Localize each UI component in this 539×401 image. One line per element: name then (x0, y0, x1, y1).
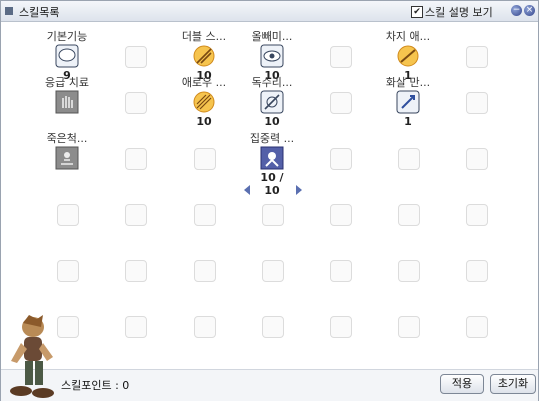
skill-name: 더블 스... (181, 30, 227, 43)
empty-skill-slot (466, 260, 488, 282)
skill-name: 애로우 ... (181, 76, 227, 89)
empty-skill-slot (398, 204, 420, 226)
empty-skill-slot (330, 316, 352, 338)
empty-skill-slot (330, 46, 352, 68)
arrow-crafting-icon[interactable] (396, 90, 420, 114)
empty-skill-slot (466, 92, 488, 114)
arrow-shower-icon[interactable] (192, 90, 216, 114)
skill-level: 10 / 10 (260, 171, 284, 197)
skill-level: 1 (404, 115, 412, 128)
owl-eye-icon[interactable] (260, 44, 284, 68)
empty-skill-slot (262, 204, 284, 226)
empty-skill-slot (125, 46, 147, 68)
empty-skill-slot (262, 316, 284, 338)
apply-button[interactable]: 적용 (440, 374, 484, 394)
empty-skill-slot (194, 316, 216, 338)
skill-name: 기본기능 (46, 30, 88, 43)
skill-level: 10 (264, 115, 280, 128)
window-icon (5, 7, 13, 15)
concentration-icon[interactable] (260, 146, 284, 170)
show-description-toggle[interactable]: ✔ 스킬 설명 보기 (411, 4, 493, 20)
empty-skill-slot (398, 148, 420, 170)
empty-skill-slot (57, 204, 79, 226)
first-aid-icon[interactable] (55, 90, 79, 114)
skill-name: 응급 치료 (45, 76, 89, 89)
empty-skill-slot (57, 316, 79, 338)
close-icon[interactable]: × (524, 5, 535, 16)
empty-skill-slot (330, 92, 352, 114)
skill-name: 차지 애... (385, 30, 431, 43)
skill-name: 화살 만... (385, 76, 431, 89)
empty-skill-slot (125, 260, 147, 282)
minimize-icon[interactable]: − (511, 5, 522, 16)
empty-skill-slot (466, 46, 488, 68)
empty-skill-slot (466, 316, 488, 338)
balloon-icon[interactable] (55, 44, 79, 68)
checkbox-icon[interactable]: ✔ (411, 6, 423, 18)
reset-button[interactable]: 초기화 (490, 374, 536, 394)
empty-skill-slot (466, 204, 488, 226)
skill-name: 죽은척... (46, 132, 88, 145)
level-down-arrow[interactable] (244, 185, 250, 195)
show-description-label: 스킬 설명 보기 (425, 6, 493, 19)
window-title: 스킬목록 (19, 6, 60, 19)
vultures-eye-icon[interactable] (260, 90, 284, 114)
empty-skill-slot (57, 260, 79, 282)
level-up-arrow[interactable] (296, 185, 302, 195)
charge-arrow-icon[interactable] (396, 44, 420, 68)
skill-name: 독수리... (251, 76, 293, 89)
empty-skill-slot (125, 148, 147, 170)
empty-skill-slot (466, 148, 488, 170)
empty-skill-slot (194, 260, 216, 282)
skill-name: 올빼미... (251, 30, 293, 43)
empty-skill-slot (194, 148, 216, 170)
skill-name: 집중력 ... (249, 132, 295, 145)
empty-skill-slot (125, 316, 147, 338)
empty-skill-slot (330, 260, 352, 282)
empty-skill-slot (194, 204, 216, 226)
empty-skill-slot (398, 260, 420, 282)
double-strafe-icon[interactable] (192, 44, 216, 68)
character-sprite (10, 315, 54, 398)
empty-skill-slot (330, 148, 352, 170)
empty-skill-slot (125, 204, 147, 226)
skill-points: 스킬포인트 : 0 (61, 379, 130, 392)
skill-window: 스킬목록 ✔ 스킬 설명 보기 − × 기본기능 9 더블 스... 10 올빼미...… (0, 0, 539, 401)
empty-skill-slot (330, 204, 352, 226)
empty-skill-slot (262, 260, 284, 282)
empty-skill-slot (125, 92, 147, 114)
play-dead-icon[interactable] (55, 146, 79, 170)
title-bar[interactable]: 스킬목록 ✔ 스킬 설명 보기 − × (1, 1, 538, 22)
skill-level: 10 (196, 115, 212, 128)
empty-skill-slot (398, 316, 420, 338)
